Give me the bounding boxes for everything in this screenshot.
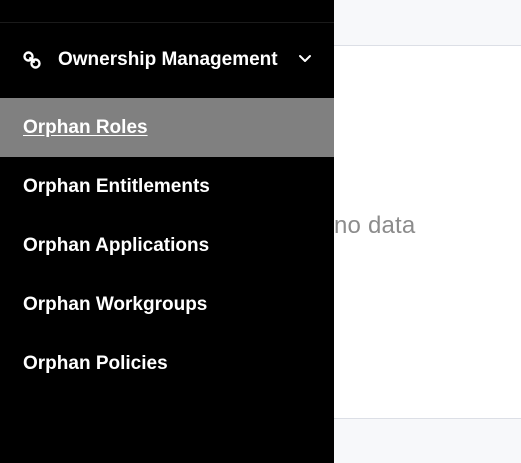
sidebar-divider bbox=[0, 22, 334, 23]
sidebar-item-label: Orphan Policies bbox=[23, 353, 168, 374]
sidebar-item-label: Orphan Applications bbox=[23, 235, 210, 256]
content-footer-bar bbox=[334, 418, 521, 463]
sidebar-item-orphan-entitlements[interactable]: Orphan Entitlements bbox=[0, 157, 334, 216]
sidebar-group-ownership-management[interactable]: Ownership Management bbox=[0, 38, 334, 82]
content-header-bar bbox=[334, 0, 521, 46]
page: no data Ownership Management Orphan Role… bbox=[0, 0, 521, 463]
sidebar-item-orphan-applications[interactable]: Orphan Applications bbox=[0, 216, 334, 275]
chevron-down-icon[interactable] bbox=[297, 51, 313, 67]
sidebar-item-label: Orphan Roles bbox=[23, 117, 148, 138]
empty-state-text: no data bbox=[334, 212, 416, 239]
sidebar: Ownership Management Orphan Roles Orphan… bbox=[0, 0, 334, 463]
content-panel: no data bbox=[334, 46, 521, 418]
link-icon bbox=[22, 50, 42, 70]
sidebar-group-label: Ownership Management bbox=[58, 49, 278, 70]
sidebar-item-label: Orphan Entitlements bbox=[23, 176, 210, 197]
sidebar-item-orphan-workgroups[interactable]: Orphan Workgroups bbox=[0, 275, 334, 334]
sidebar-item-orphan-policies[interactable]: Orphan Policies bbox=[0, 334, 334, 393]
sidebar-item-label: Orphan Workgroups bbox=[23, 294, 208, 315]
sidebar-item-orphan-roles[interactable]: Orphan Roles bbox=[0, 98, 334, 157]
